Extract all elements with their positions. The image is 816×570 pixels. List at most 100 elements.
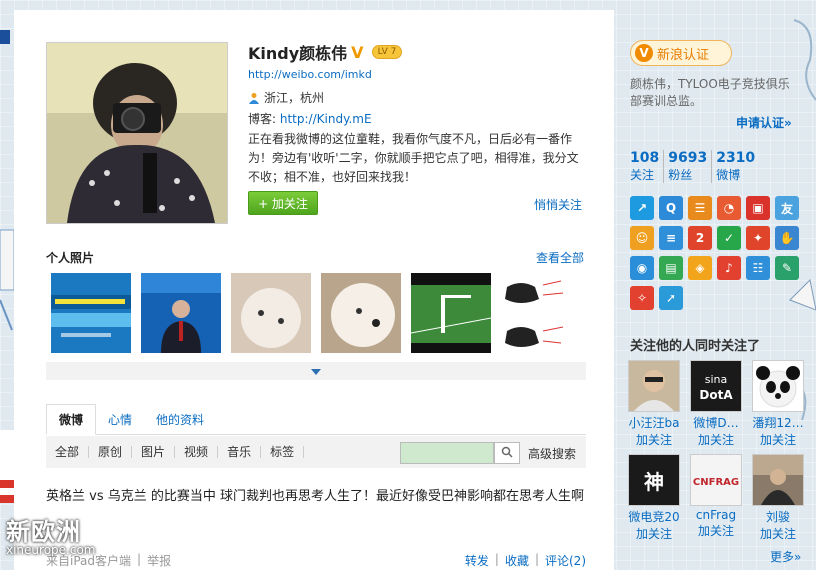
stat-weibo-count: 2310 — [716, 150, 756, 166]
fan-follow-link[interactable]: 加关注 — [626, 525, 682, 542]
verify-label: 新浪认证 — [657, 47, 710, 63]
friend-icon[interactable]: 友 — [775, 196, 799, 220]
edit-icon[interactable]: ✎ — [775, 256, 799, 280]
vote-icon[interactable]: ◔ — [717, 196, 741, 220]
fan-follow-link[interactable]: 加关注 — [626, 431, 682, 448]
main-content-panel: Kindy颜栋伟 V LV 7 http://weibo.com/imkd 浙江… — [14, 10, 614, 570]
fan-card: 神 微电竞20 加关注 — [626, 454, 682, 542]
photo-thumb[interactable] — [501, 273, 581, 353]
filter-images[interactable]: 图片 — [132, 446, 176, 458]
comment-link[interactable]: 评论(2) — [545, 552, 586, 569]
search-icon — [501, 446, 513, 461]
avatar[interactable]: sina DotA — [690, 360, 742, 412]
name-row: Kindy颜栋伟 V LV 7 — [248, 40, 403, 64]
mic-icon[interactable]: ♪ — [717, 256, 741, 280]
level-badge: LV 7 — [371, 45, 403, 59]
location-icon[interactable]: ◉ — [630, 256, 654, 280]
verify-description: 颜栋伟，TYLOO电子竞技俱乐部赛训总监。 — [630, 77, 790, 108]
group-icon[interactable]: ☷ — [746, 256, 770, 280]
tab-mood[interactable]: 心情 — [96, 405, 144, 434]
profile-photo[interactable] — [46, 42, 228, 224]
stat-fans-label: 粉丝 — [668, 168, 693, 182]
app-grid: ↗ Q ☰ ◔ ▣ 友 ☺ ≡ 2 ✓ ✦ ✋ ◉ ▤ ◈ ♪ ☷ ✎ ✧ ➚ — [630, 196, 806, 310]
game-icon[interactable]: ✦ — [746, 226, 770, 250]
anniversary-icon[interactable]: 2 — [688, 226, 712, 250]
fan-follow-link[interactable]: 加关注 — [688, 431, 744, 448]
sport-icon[interactable]: ✓ — [717, 226, 741, 250]
fan-follow-link[interactable]: 加关注 — [750, 525, 806, 542]
card-icon[interactable]: ☰ — [688, 196, 712, 220]
photos-expand-bar[interactable] — [46, 362, 586, 380]
follow-button[interactable]: + 加关注 — [248, 191, 318, 215]
blog-url-link[interactable]: http://Kindy.mE — [280, 112, 372, 126]
avatar[interactable] — [752, 454, 804, 506]
fan-card: CNFRAG cnFrag 加关注 — [688, 454, 744, 539]
filter-tags[interactable]: 标签 — [261, 446, 305, 458]
separator: | — [534, 552, 539, 566]
filter-original[interactable]: 原创 — [89, 446, 133, 458]
avatar[interactable] — [628, 360, 680, 412]
stats: 108 关注 9693 粉丝 2310 微博 — [630, 150, 759, 183]
smile-icon[interactable]: ☺ — [630, 226, 654, 250]
tab-profile-info[interactable]: 他的资料 — [144, 405, 216, 434]
fan-name[interactable]: 微电竞20 — [626, 508, 682, 525]
filter-all[interactable]: 全部 — [46, 446, 90, 458]
svg-text:sina: sina — [705, 373, 728, 386]
shield-icon[interactable]: ◈ — [688, 256, 712, 280]
bus-icon[interactable]: ▣ — [746, 196, 770, 220]
fan-name[interactable]: 潘翔12… — [750, 414, 806, 431]
dance-icon[interactable]: ✧ — [630, 286, 654, 310]
photo-thumb[interactable] — [231, 273, 311, 353]
fan-name[interactable]: 刘骏 — [750, 508, 806, 525]
svg-text:DotA: DotA — [699, 388, 733, 402]
filter-music[interactable]: 音乐 — [218, 446, 262, 458]
photo-thumb[interactable] — [321, 273, 401, 353]
fan-card: 潘翔12… 加关注 — [750, 360, 806, 448]
search-button[interactable] — [494, 442, 520, 464]
fan-follow-link[interactable]: 加关注 — [750, 431, 806, 448]
stat-fans-count: 9693 — [668, 150, 708, 166]
tab-weibo[interactable]: 微博 — [46, 404, 97, 435]
avatar[interactable]: 神 — [628, 454, 680, 506]
photos-view-all-link[interactable]: 查看全部 — [536, 249, 584, 266]
arrow-icon[interactable]: ➚ — [659, 286, 683, 310]
fan-name[interactable]: cnFrag — [688, 508, 744, 522]
advanced-search-link[interactable]: 高级搜索 — [528, 445, 576, 462]
list-icon[interactable]: ≡ — [659, 226, 683, 250]
quiet-follow-link[interactable]: 悄悄关注 — [534, 196, 582, 213]
share-icon[interactable]: ↗ — [630, 196, 654, 220]
stat-weibo-label: 微博 — [716, 168, 741, 182]
repost-link[interactable]: 转发 — [465, 552, 489, 569]
weibo-url-link[interactable]: http://weibo.com/imkd — [248, 68, 372, 81]
stat-following[interactable]: 108 关注 — [630, 150, 663, 183]
watermark: 新欧洲 xineurope.com — [6, 512, 156, 562]
book-icon[interactable]: ▤ — [659, 256, 683, 280]
fan-name[interactable]: 微博D… — [688, 414, 744, 431]
avatar[interactable]: CNFRAG — [690, 454, 742, 506]
avatar[interactable] — [752, 360, 804, 412]
filter-video[interactable]: 视频 — [175, 446, 219, 458]
verified-v-icon: V — [351, 42, 364, 62]
favorite-link[interactable]: 收藏 — [505, 552, 529, 569]
search-app-icon[interactable]: Q — [659, 196, 683, 220]
blog-label: 博客: — [248, 112, 277, 126]
photo-thumb[interactable] — [141, 273, 221, 353]
fan-card: 刘骏 加关注 — [750, 454, 806, 542]
tab-bar: 微博 心情 他的资料 — [46, 404, 586, 435]
sina-verify-badge[interactable]: V 新浪认证 — [630, 40, 732, 66]
more-link[interactable]: 更多» — [770, 548, 801, 565]
apply-verify-link[interactable]: 申请认证» — [736, 114, 792, 131]
filter-bar: 全部 原创 图片 视频 音乐 标签 高级搜索 — [46, 436, 586, 468]
search-input[interactable] — [400, 442, 494, 464]
stat-weibo[interactable]: 2310 微博 — [711, 150, 759, 183]
photo-thumb[interactable] — [411, 273, 491, 353]
fan-follow-link[interactable]: 加关注 — [688, 522, 744, 539]
fan-name[interactable]: 小汪汪ba — [626, 414, 682, 431]
stat-following-label: 关注 — [630, 168, 655, 182]
stat-fans[interactable]: 9693 粉丝 — [663, 150, 711, 183]
hand-icon[interactable]: ✋ — [775, 226, 799, 250]
photo-thumb[interactable] — [51, 273, 131, 353]
svg-text:神: 神 — [644, 470, 664, 494]
watermark-url: xineurope.com — [6, 543, 96, 557]
chevron-down-icon — [311, 364, 321, 378]
